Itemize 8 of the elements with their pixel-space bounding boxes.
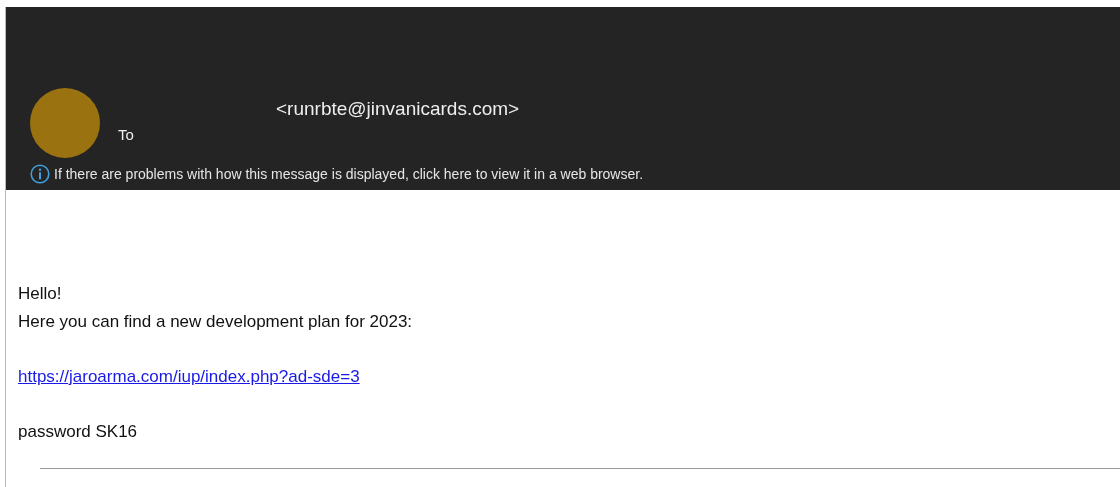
info-icon bbox=[30, 164, 50, 184]
message-text: Here you can find a new development plan for 2023: bbox=[18, 311, 413, 333]
info-message[interactable]: If there are problems with how this message is displayed, click here to view it in a web browser. bbox=[54, 166, 644, 182]
link[interactable]: https://jaroarma.com/iup/index.php?ad-sde=3 bbox=[18, 363, 360, 391]
password-text: password SK16 bbox=[18, 421, 138, 443]
sender-email: <runrbte@jinvanicards.com> bbox=[276, 98, 520, 120]
greeting-text: Hello! bbox=[18, 283, 62, 305]
to-label: To bbox=[118, 126, 135, 143]
